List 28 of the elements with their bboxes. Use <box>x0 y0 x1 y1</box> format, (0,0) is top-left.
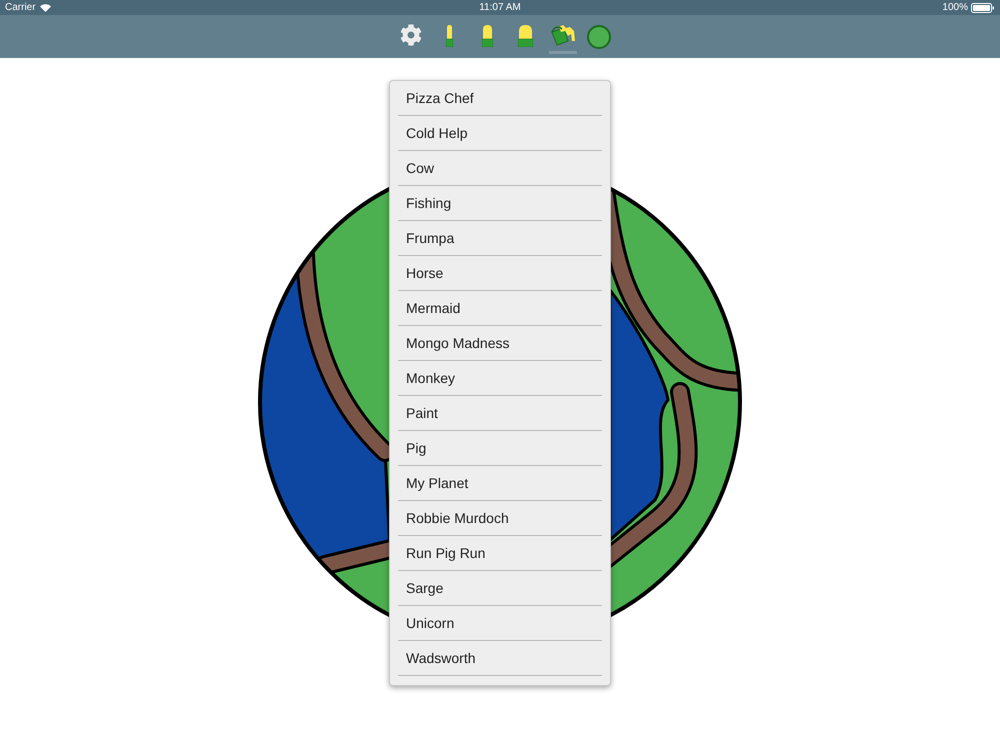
menu-item[interactable]: Monkey <box>390 361 610 395</box>
menu-item[interactable]: Unicorn <box>390 606 610 640</box>
menu-item[interactable]: My Planet <box>390 466 610 500</box>
menu-item[interactable]: Wadsworth <box>390 641 610 675</box>
menu-item[interactable]: Robbie Murdoch <box>390 501 610 535</box>
battery-label: 100% <box>942 1 968 15</box>
menu-item[interactable]: Frumpa <box>390 221 610 255</box>
menu-item[interactable]: Sarge <box>390 571 610 605</box>
carrier-label: Carrier <box>5 1 36 15</box>
menu-item[interactable]: Mongo Madness <box>390 326 610 360</box>
color-swatch[interactable] <box>587 24 611 48</box>
battery-icon <box>970 2 995 12</box>
menu-item[interactable]: Cold Help <box>390 116 610 150</box>
brush-icon <box>518 23 532 47</box>
menu-item[interactable]: Cow <box>390 151 610 185</box>
settings-icon <box>400 24 422 46</box>
paint-bucket-icon <box>550 24 576 46</box>
menu-item[interactable]: Paint <box>390 396 610 430</box>
brush-icon <box>446 23 452 47</box>
menu-item[interactable]: Pig <box>390 431 610 465</box>
brush-icon <box>482 23 492 47</box>
menu-item[interactable]: Fishing <box>390 186 610 220</box>
status-time: 11:07 AM <box>479 1 521 15</box>
menu-item[interactable]: Pizza Chef <box>390 81 610 115</box>
menu-item[interactable]: Run Pig Run <box>390 536 610 570</box>
menu-item[interactable]: Horse <box>390 256 610 290</box>
menu-item[interactable]: Mermaid <box>390 291 610 325</box>
wifi-icon <box>40 4 51 12</box>
